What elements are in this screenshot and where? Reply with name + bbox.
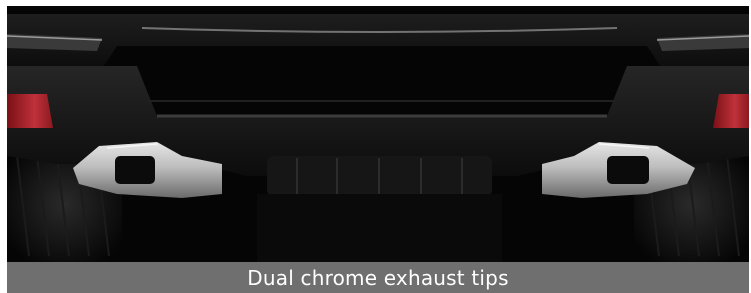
caption-bar: Dual chrome exhaust tips <box>7 262 749 293</box>
car-rear-photo <box>7 6 749 262</box>
left-exhaust-opening <box>115 156 155 184</box>
right-exhaust-opening <box>607 156 649 184</box>
right-reflector <box>713 94 749 128</box>
underbody-shadow <box>257 194 502 262</box>
left-reflector <box>7 94 53 128</box>
car-rear-illustration <box>7 6 749 262</box>
photo-caption: Dual chrome exhaust tips <box>247 265 509 290</box>
